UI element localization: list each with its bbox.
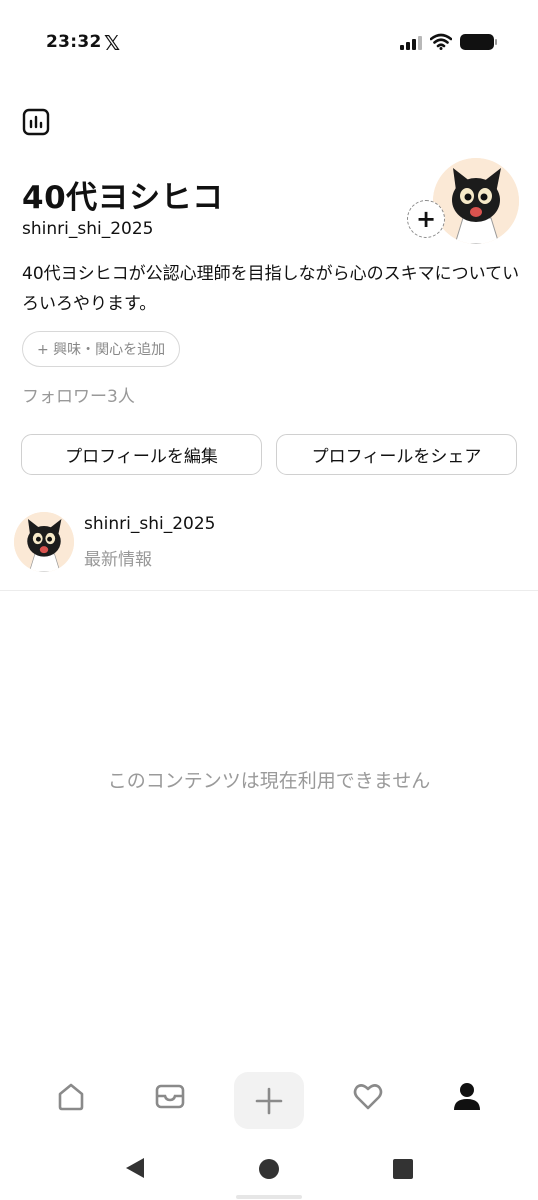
signal-icon xyxy=(400,34,422,50)
recents-icon[interactable] xyxy=(393,1159,413,1179)
profile-avatar[interactable] xyxy=(433,158,519,244)
home-icon xyxy=(58,1083,84,1111)
edit-profile-button[interactable]: プロフィールを編集 xyxy=(21,434,262,475)
person-icon xyxy=(454,1083,480,1110)
feed-avatar[interactable] xyxy=(14,512,74,572)
system-nav-bar xyxy=(0,1140,538,1200)
profile-bio: 40代ヨシヒコが公認心理師を目指しながら心のスキマについていろいろやります。 xyxy=(22,264,520,314)
content-unavailable-message: このコンテンツは現在利用できません xyxy=(107,770,431,792)
nav-inbox[interactable] xyxy=(135,1066,205,1126)
nav-activity[interactable] xyxy=(333,1066,403,1126)
share-profile-button[interactable]: プロフィールをシェア xyxy=(276,434,517,475)
nav-profile[interactable] xyxy=(432,1066,502,1126)
home-indicator xyxy=(236,1195,302,1199)
inbox-icon xyxy=(155,1084,185,1109)
status-time: 23:32 xyxy=(46,32,102,52)
cat-avatar-image xyxy=(433,158,519,244)
nav-create[interactable] xyxy=(234,1072,304,1129)
nav-home[interactable] xyxy=(36,1066,106,1126)
add-story-button[interactable]: + xyxy=(407,200,445,238)
feed-subtitle: 最新情報 xyxy=(84,550,152,570)
status-bar: 23:32 𝕏 xyxy=(0,0,538,90)
plus-icon xyxy=(255,1087,283,1114)
bottom-nav xyxy=(0,1066,538,1136)
profile-display-name: 40代ヨシヒコ xyxy=(22,180,224,216)
add-interests-chip[interactable]: + 興味・関心を追加 xyxy=(22,331,181,367)
feed-post-row[interactable]: shinri_shi_2025 最新情報 xyxy=(0,500,538,590)
wifi-icon xyxy=(430,33,452,50)
status-icons xyxy=(400,33,497,50)
followers-count[interactable]: フォロワー3人 xyxy=(22,382,135,407)
feed-handle: shinri_shi_2025 xyxy=(84,514,216,534)
insights-icon[interactable] xyxy=(22,108,50,136)
profile-handle: shinri_shi_2025 xyxy=(22,219,154,239)
x-app-icon: 𝕏 xyxy=(104,31,121,55)
battery-icon xyxy=(460,33,497,50)
home-button-icon[interactable] xyxy=(258,1158,280,1180)
cat-avatar-image xyxy=(14,512,74,572)
back-icon[interactable] xyxy=(124,1156,146,1180)
heart-icon xyxy=(353,1084,383,1110)
divider xyxy=(0,590,538,591)
